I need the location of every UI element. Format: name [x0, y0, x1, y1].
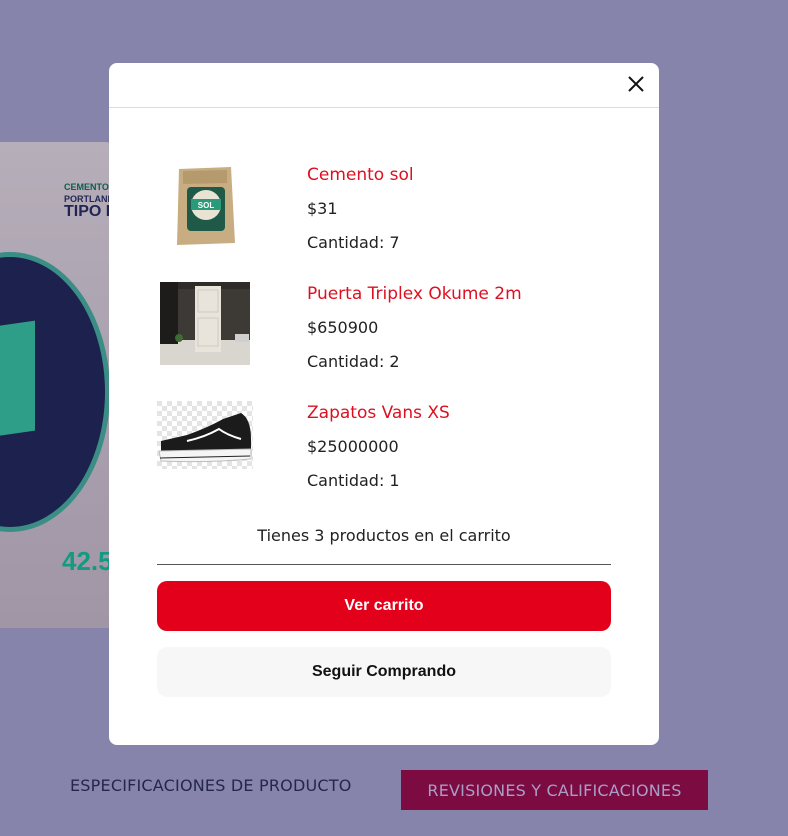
item-name[interactable]: Cemento sol [307, 163, 414, 187]
tab-reviews[interactable]: REVISIONES Y CALIFICACIONES [401, 770, 708, 810]
tab-reviews-label: REVISIONES Y CALIFICACIONES [427, 780, 682, 800]
item-info: Zapatos Vans XS $25000000 Cantidad: 1 [307, 401, 450, 493]
bag-text-line3: TIPO I [64, 203, 111, 220]
item-name[interactable]: Puerta Triplex Okume 2m [307, 282, 522, 306]
item-quantity: Cantidad: 7 [307, 233, 400, 252]
cement-bag-image: SOL [157, 163, 253, 253]
cart-modal: SOL Cemento sol $31 Cantidad: 7 Puerta T… [109, 63, 659, 745]
item-price: $31 [307, 199, 338, 218]
svg-text:SOL: SOL [198, 201, 215, 210]
cart-item: Puerta Triplex Okume 2m $650900 Cantidad… [157, 282, 617, 392]
continue-shopping-button[interactable]: Seguir Comprando [157, 647, 611, 697]
sneaker-image [157, 401, 253, 469]
item-price: $650900 [307, 318, 379, 337]
bag-seal: L [0, 252, 110, 532]
item-info: Cemento sol $31 Cantidad: 7 [307, 163, 414, 255]
item-price: $25000000 [307, 437, 399, 456]
cart-item: SOL Cemento sol $31 Cantidad: 7 [157, 163, 617, 273]
item-quantity: Cantidad: 1 [307, 471, 400, 490]
cart-summary: Tienes 3 productos en el carrito [257, 526, 511, 545]
divider [157, 564, 611, 565]
close-button[interactable] [625, 73, 647, 95]
view-cart-button[interactable]: Ver carrito [157, 581, 611, 631]
tab-specifications[interactable]: ESPECIFICACIONES DE PRODUCTO [70, 776, 352, 795]
modal-header [109, 63, 659, 108]
door-image [160, 282, 250, 365]
bag-text-line1: CEMENTO [64, 182, 109, 192]
item-info: Puerta Triplex Okume 2m $650900 Cantidad… [307, 282, 522, 374]
item-quantity: Cantidad: 2 [307, 352, 400, 371]
item-name[interactable]: Zapatos Vans XS [307, 401, 450, 425]
close-icon [628, 76, 644, 92]
cart-item: Zapatos Vans XS $25000000 Cantidad: 1 [157, 401, 617, 511]
bag-weight: 42.5 [62, 546, 113, 576]
